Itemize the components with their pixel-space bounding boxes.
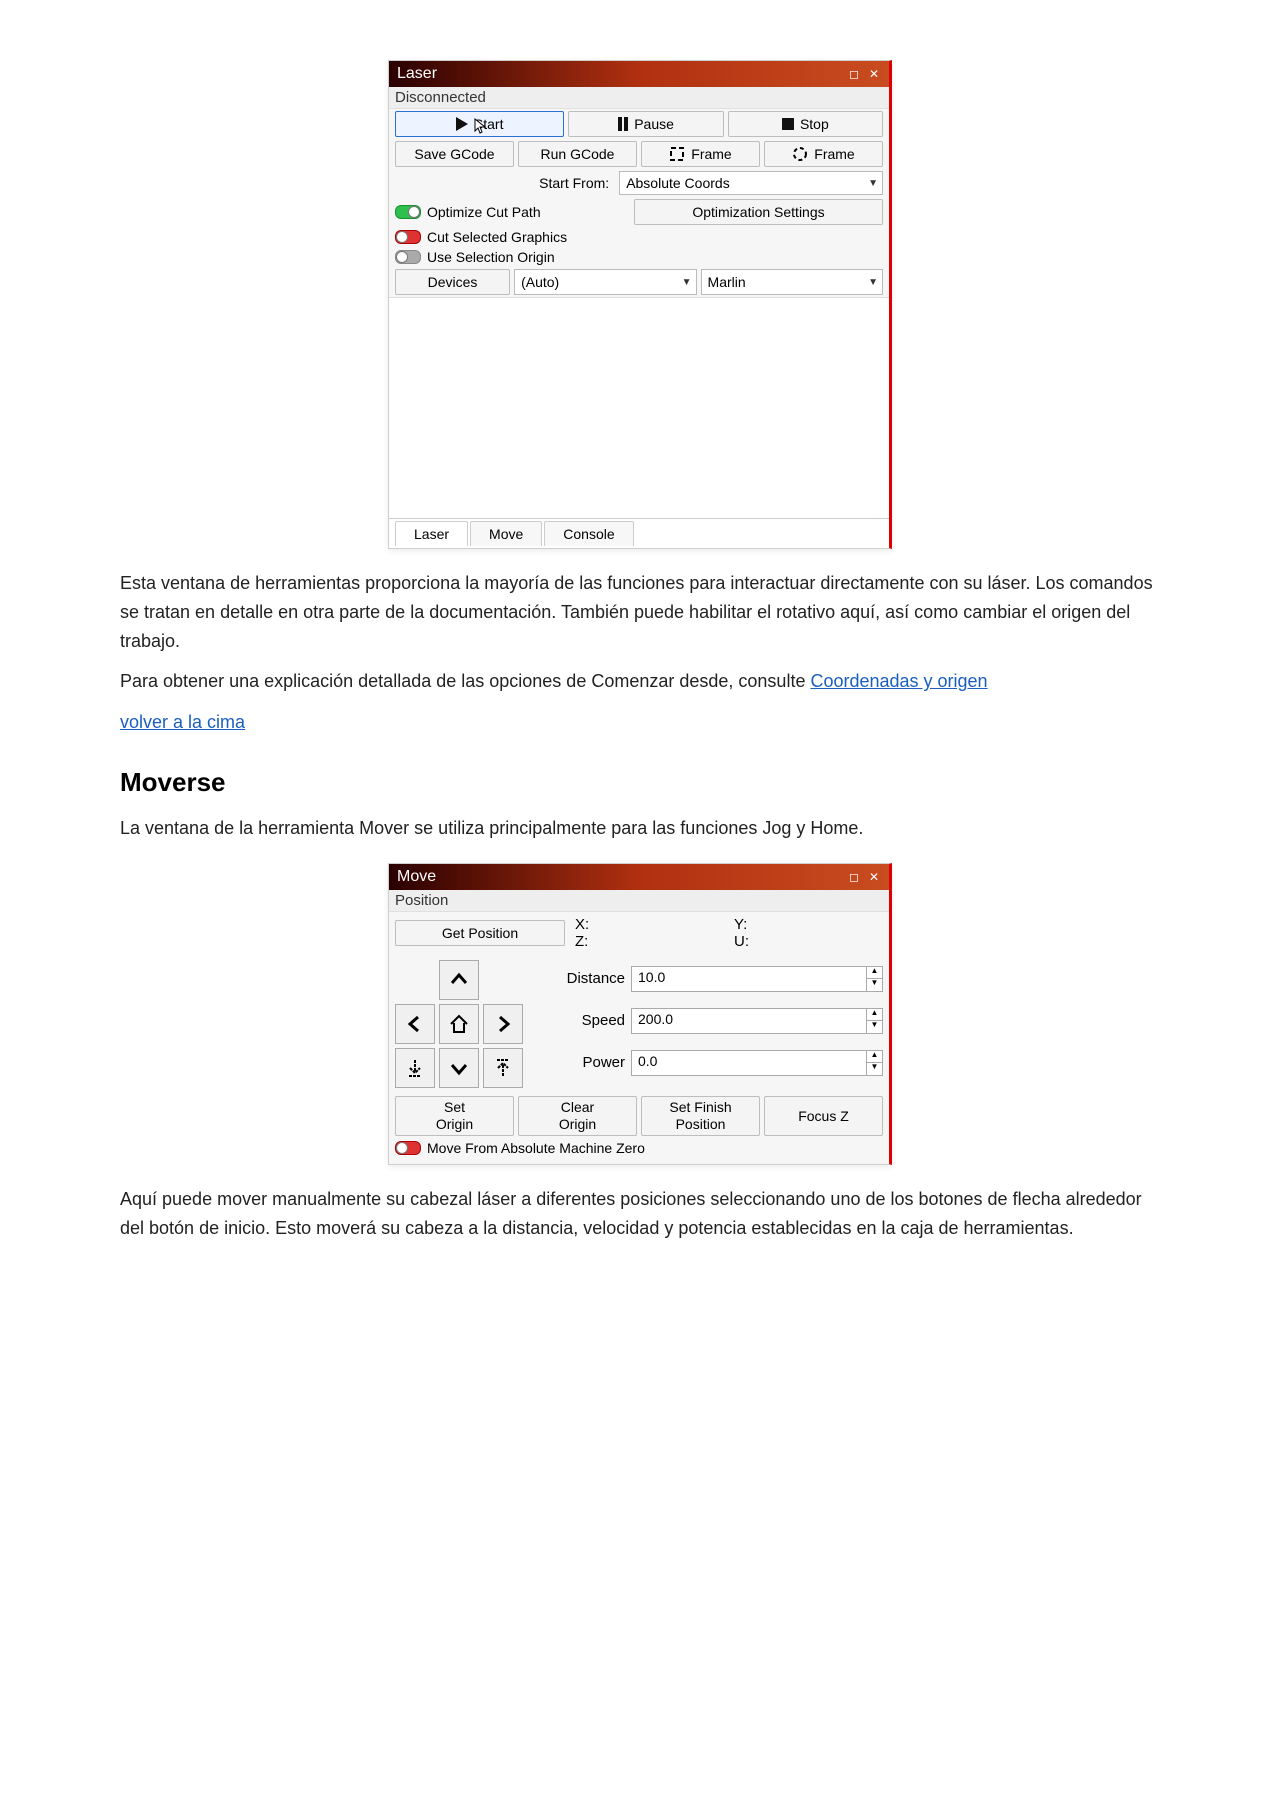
get-position-button[interactable]: Get Position bbox=[395, 920, 565, 946]
cut-selected-label: Cut Selected Graphics bbox=[427, 229, 567, 245]
jog-up-button[interactable] bbox=[439, 960, 479, 1000]
frame-rect-icon bbox=[669, 146, 685, 162]
close-icon[interactable]: ✕ bbox=[867, 870, 881, 884]
para-3: La ventana de la herramienta Mover se ut… bbox=[120, 814, 1160, 843]
start-button[interactable]: Start bbox=[395, 111, 564, 137]
position-section-label: Position bbox=[389, 890, 889, 912]
set-origin-button[interactable]: Set Origin bbox=[395, 1096, 514, 1136]
u-label: U: bbox=[734, 933, 883, 950]
para-1: Esta ventana de herramientas proporciona… bbox=[120, 569, 1160, 655]
cut-selected-toggle[interactable] bbox=[395, 230, 421, 244]
chevron-down-icon bbox=[449, 1058, 469, 1078]
jog-right-button[interactable] bbox=[483, 1004, 523, 1044]
pause-button[interactable]: Pause bbox=[568, 111, 723, 137]
arrow-down-bar-icon bbox=[405, 1058, 425, 1078]
distance-input[interactable]: 10.0 ▲▼ bbox=[631, 966, 883, 992]
frame-circle-button[interactable]: Frame bbox=[764, 141, 883, 167]
back-to-top-link[interactable]: volver a la cima bbox=[120, 712, 245, 732]
power-input[interactable]: 0.0 ▲▼ bbox=[631, 1050, 883, 1076]
chevron-down-icon: ▼ bbox=[868, 178, 878, 189]
spinner-buttons[interactable]: ▲▼ bbox=[866, 1051, 882, 1075]
move-panel: Move ◻ ✕ Position Get Position X: Y: Z: … bbox=[388, 863, 892, 1165]
pause-icon bbox=[618, 117, 628, 131]
y-label: Y: bbox=[734, 916, 883, 933]
port-combo[interactable]: (Auto) ▼ bbox=[514, 269, 696, 295]
move-heading: Moverse bbox=[120, 767, 1160, 798]
speed-input[interactable]: 200.0 ▲▼ bbox=[631, 1008, 883, 1034]
start-from-label: Start From: bbox=[395, 171, 615, 195]
chevron-up-icon bbox=[449, 970, 469, 990]
chevron-down-icon: ▼ bbox=[682, 277, 692, 288]
use-selection-origin-label: Use Selection Origin bbox=[427, 249, 555, 265]
undock-icon[interactable]: ◻ bbox=[847, 870, 861, 884]
speed-label: Speed bbox=[535, 1012, 631, 1029]
devices-button[interactable]: Devices bbox=[395, 269, 510, 295]
clear-origin-button[interactable]: Clear Origin bbox=[518, 1096, 637, 1136]
stop-icon bbox=[782, 118, 794, 130]
undock-icon[interactable]: ◻ bbox=[847, 67, 861, 81]
distance-label: Distance bbox=[535, 970, 631, 987]
optimize-cut-path-label: Optimize Cut Path bbox=[427, 204, 541, 220]
move-from-zero-toggle[interactable] bbox=[395, 1141, 421, 1155]
home-icon bbox=[448, 1013, 470, 1035]
move-from-zero-label: Move From Absolute Machine Zero bbox=[427, 1140, 645, 1156]
z-label: Z: bbox=[575, 933, 724, 950]
z-up-button[interactable] bbox=[483, 1048, 523, 1088]
home-button[interactable] bbox=[439, 1004, 479, 1044]
close-icon[interactable]: ✕ bbox=[867, 67, 881, 81]
save-gcode-button[interactable]: Save GCode bbox=[395, 141, 514, 167]
chevron-down-icon: ▼ bbox=[868, 277, 878, 288]
coords-origin-link[interactable]: Coordenadas y origen bbox=[810, 671, 987, 691]
run-gcode-button[interactable]: Run GCode bbox=[518, 141, 637, 167]
empty-area bbox=[389, 297, 889, 518]
jog-grid bbox=[395, 960, 523, 1088]
panel-title: Laser bbox=[397, 65, 437, 83]
chevron-left-icon bbox=[405, 1014, 425, 1034]
frame-circle-icon bbox=[792, 146, 808, 162]
set-finish-position-button[interactable]: Set Finish Position bbox=[641, 1096, 760, 1136]
device-combo[interactable]: Marlin ▼ bbox=[701, 269, 883, 295]
chevron-right-icon bbox=[493, 1014, 513, 1034]
panel-titlebar: Laser ◻ ✕ bbox=[389, 61, 889, 87]
jog-left-button[interactable] bbox=[395, 1004, 435, 1044]
tab-laser[interactable]: Laser bbox=[395, 521, 468, 546]
optimization-settings-button[interactable]: Optimization Settings bbox=[634, 199, 883, 225]
stop-button[interactable]: Stop bbox=[728, 111, 883, 137]
laser-panel: Laser ◻ ✕ Disconnected Start Pause Stop … bbox=[388, 60, 892, 549]
para-2: Para obtener una explicación detallada d… bbox=[120, 667, 1160, 696]
bottom-tabs: Laser Move Console bbox=[389, 518, 889, 548]
x-label: X: bbox=[575, 916, 724, 933]
optimize-cut-path-toggle[interactable] bbox=[395, 205, 421, 219]
spinner-buttons[interactable]: ▲▼ bbox=[866, 967, 882, 991]
panel-title: Move bbox=[397, 868, 436, 886]
frame-rect-button[interactable]: Frame bbox=[641, 141, 760, 167]
z-down-button[interactable] bbox=[395, 1048, 435, 1088]
connection-status: Disconnected bbox=[389, 87, 889, 109]
start-from-combo[interactable]: Absolute Coords ▼ bbox=[619, 171, 883, 195]
panel-titlebar: Move ◻ ✕ bbox=[389, 864, 889, 890]
para-4: Aquí puede mover manualmente su cabezal … bbox=[120, 1185, 1160, 1243]
focus-z-button[interactable]: Focus Z bbox=[764, 1096, 883, 1136]
arrow-up-bar-icon bbox=[493, 1058, 513, 1078]
tab-console[interactable]: Console bbox=[544, 521, 633, 546]
use-selection-origin-toggle[interactable] bbox=[395, 250, 421, 264]
power-label: Power bbox=[535, 1054, 631, 1071]
tab-move[interactable]: Move bbox=[470, 521, 542, 546]
jog-down-button[interactable] bbox=[439, 1048, 479, 1088]
spinner-buttons[interactable]: ▲▼ bbox=[866, 1009, 882, 1033]
play-icon bbox=[456, 117, 468, 131]
